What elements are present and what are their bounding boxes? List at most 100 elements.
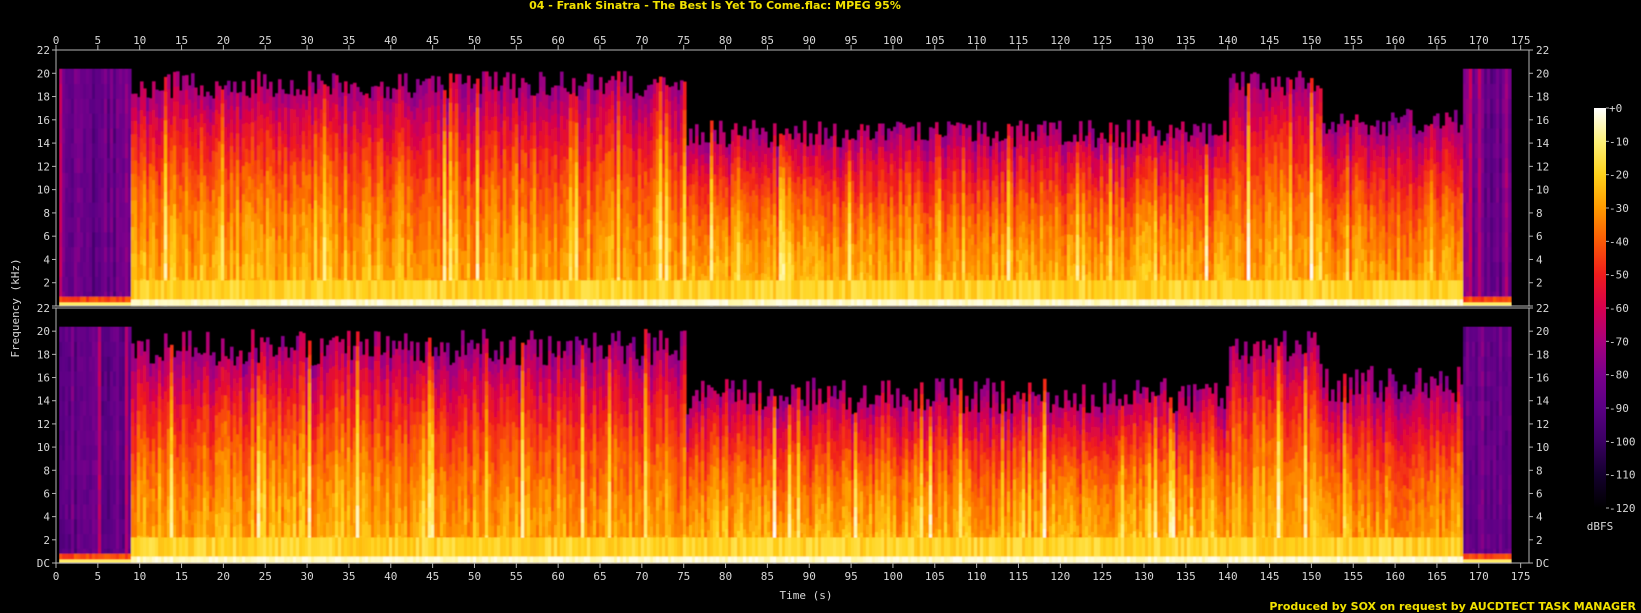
y-tick-label-left: 16 bbox=[37, 372, 50, 385]
y-tick-label-left: 8 bbox=[43, 464, 50, 477]
spectrogram-figure: 04 - Frank Sinatra - The Best Is Yet To … bbox=[9, 0, 1637, 613]
x-tick-label-bottom: 115 bbox=[1009, 570, 1029, 583]
y-tick-label-right: 16 bbox=[1536, 372, 1549, 385]
y-tick-label-right: 2 bbox=[1536, 534, 1543, 547]
x-tick-label-bottom: 80 bbox=[719, 570, 732, 583]
y-tick-label-right: 16 bbox=[1536, 114, 1549, 127]
chart-title: 04 - Frank Sinatra - The Best Is Yet To … bbox=[529, 0, 901, 12]
x-tick-label-top: 70 bbox=[635, 34, 648, 47]
x-tick-label-bottom: 105 bbox=[925, 570, 945, 583]
x-tick-label-top: 90 bbox=[803, 34, 816, 47]
x-tick-label-bottom: 10 bbox=[133, 570, 146, 583]
x-tick-label-top: 30 bbox=[300, 34, 313, 47]
x-tick-label-bottom: 170 bbox=[1469, 570, 1489, 583]
x-tick-label-bottom: 95 bbox=[844, 570, 857, 583]
y-tick-label-right: 14 bbox=[1536, 395, 1550, 408]
x-tick-label-top: 15 bbox=[175, 34, 188, 47]
colorbar-tick-label: -80 bbox=[1609, 369, 1629, 382]
x-tick-label-top: 20 bbox=[217, 34, 230, 47]
x-tick-label-bottom: 40 bbox=[384, 570, 397, 583]
y-tick-label-right: 20 bbox=[1536, 67, 1549, 80]
x-tick-label-bottom: 20 bbox=[217, 570, 230, 583]
x-tick-label-top: 25 bbox=[259, 34, 272, 47]
x-tick-label-top: 35 bbox=[342, 34, 355, 47]
y-tick-label-left: 10 bbox=[37, 184, 50, 197]
x-tick-label-top: 175 bbox=[1511, 34, 1531, 47]
colorbar-tick-label: -110 bbox=[1609, 469, 1636, 482]
x-tick-label-bottom: 125 bbox=[1092, 570, 1112, 583]
x-tick-label-bottom: 5 bbox=[95, 570, 102, 583]
y-tick-label-left: 14 bbox=[37, 395, 51, 408]
y-tick-label-left: DC bbox=[37, 557, 50, 570]
y-tick-label-right: 22 bbox=[1536, 302, 1549, 315]
x-tick-label-top: 130 bbox=[1134, 34, 1154, 47]
colorbar-gradient bbox=[1594, 108, 1606, 508]
x-tick-label-top: 45 bbox=[426, 34, 439, 47]
y-tick-label-right: 22 bbox=[1536, 44, 1549, 57]
colorbar-tick-label: -60 bbox=[1609, 302, 1629, 315]
colorbar: +0 -10 -20 -30 -40 -50 -60 -70 -80 -90 -100 -110 -12… bbox=[1594, 102, 1636, 515]
y-tick-label-left: 4 bbox=[43, 511, 50, 524]
x-tick-label-bottom: 165 bbox=[1427, 570, 1447, 583]
x-tick-label-bottom: 100 bbox=[883, 570, 903, 583]
y-tick-label-right: 8 bbox=[1536, 464, 1543, 477]
x-tick-label-bottom: 150 bbox=[1301, 570, 1321, 583]
colorbar-tick-label: -10 bbox=[1609, 135, 1629, 148]
x-tick-label-bottom: 90 bbox=[803, 570, 816, 583]
y-tick-label-left: 6 bbox=[43, 487, 50, 500]
y-tick-label-left: 18 bbox=[37, 348, 50, 361]
x-tick-label-top: 75 bbox=[677, 34, 690, 47]
x-tick-label-bottom: 175 bbox=[1511, 570, 1531, 583]
colorbar-unit-label: dBFS bbox=[1587, 520, 1614, 533]
x-tick-label-top: 65 bbox=[593, 34, 606, 47]
y-tick-label-right: 6 bbox=[1536, 487, 1543, 500]
y-tick-label-left: 20 bbox=[37, 325, 50, 338]
y-tick-label-right: 10 bbox=[1536, 184, 1549, 197]
x-tick-label-top: 50 bbox=[468, 34, 481, 47]
x-tick-label-bottom: 155 bbox=[1343, 570, 1363, 583]
y-tick-label-right: 4 bbox=[1536, 253, 1543, 266]
colorbar-tick-label: -120 bbox=[1609, 502, 1636, 515]
x-tick-label-top: 0 bbox=[53, 34, 60, 47]
x-tick-label-top: 55 bbox=[510, 34, 523, 47]
x-tick-label-top: 165 bbox=[1427, 34, 1447, 47]
footer-credit: Produced by SOX on request by AUCDTECT T… bbox=[1269, 600, 1636, 613]
colorbar-tick-label: -90 bbox=[1609, 402, 1629, 415]
x-tick-label-top: 140 bbox=[1218, 34, 1238, 47]
x-tick-label-bottom: 160 bbox=[1385, 570, 1405, 583]
y-tick-label-right: 8 bbox=[1536, 207, 1543, 220]
y-tick-label-right: 18 bbox=[1536, 348, 1549, 361]
x-tick-label-bottom: 130 bbox=[1134, 570, 1154, 583]
x-tick-label-bottom: 0 bbox=[53, 570, 60, 583]
y-tick-label-left: 22 bbox=[37, 302, 50, 315]
y-tick-label-left: 18 bbox=[37, 91, 50, 104]
y-tick-label-right: 4 bbox=[1536, 511, 1543, 524]
y-tick-label-left: 22 bbox=[37, 44, 50, 57]
y-tick-label-left: 4 bbox=[43, 253, 50, 266]
x-tick-label-top: 135 bbox=[1176, 34, 1196, 47]
y-tick-label-right: 12 bbox=[1536, 418, 1549, 431]
x-tick-label-bottom: 85 bbox=[761, 570, 774, 583]
x-tick-label-top: 80 bbox=[719, 34, 732, 47]
x-tick-label-top: 160 bbox=[1385, 34, 1405, 47]
y-tick-label-right: 20 bbox=[1536, 325, 1549, 338]
x-tick-label-top: 155 bbox=[1343, 34, 1363, 47]
colorbar-tick-label: -20 bbox=[1609, 169, 1629, 182]
x-tick-label-bottom: 60 bbox=[552, 570, 565, 583]
x-tick-label-bottom: 140 bbox=[1218, 570, 1238, 583]
y-tick-label-left: 8 bbox=[43, 207, 50, 220]
y-tick-label-right: 2 bbox=[1536, 277, 1543, 290]
y-tick-label-left: 20 bbox=[37, 67, 50, 80]
y-tick-label-right: 18 bbox=[1536, 91, 1549, 104]
x-tick-label-top: 170 bbox=[1469, 34, 1489, 47]
colorbar-tick-label: -40 bbox=[1609, 235, 1629, 248]
x-tick-label-bottom: 70 bbox=[635, 570, 648, 583]
colorbar-tick-label: -30 bbox=[1609, 202, 1629, 215]
x-tick-label-top: 125 bbox=[1092, 34, 1112, 47]
x-tick-label-top: 120 bbox=[1050, 34, 1070, 47]
y-tick-label-left: 14 bbox=[37, 137, 51, 150]
colorbar-tick-label: -70 bbox=[1609, 335, 1629, 348]
x-tick-label-top: 5 bbox=[95, 34, 102, 47]
y-tick-label-right: 14 bbox=[1536, 137, 1550, 150]
x-tick-label-bottom: 110 bbox=[967, 570, 987, 583]
